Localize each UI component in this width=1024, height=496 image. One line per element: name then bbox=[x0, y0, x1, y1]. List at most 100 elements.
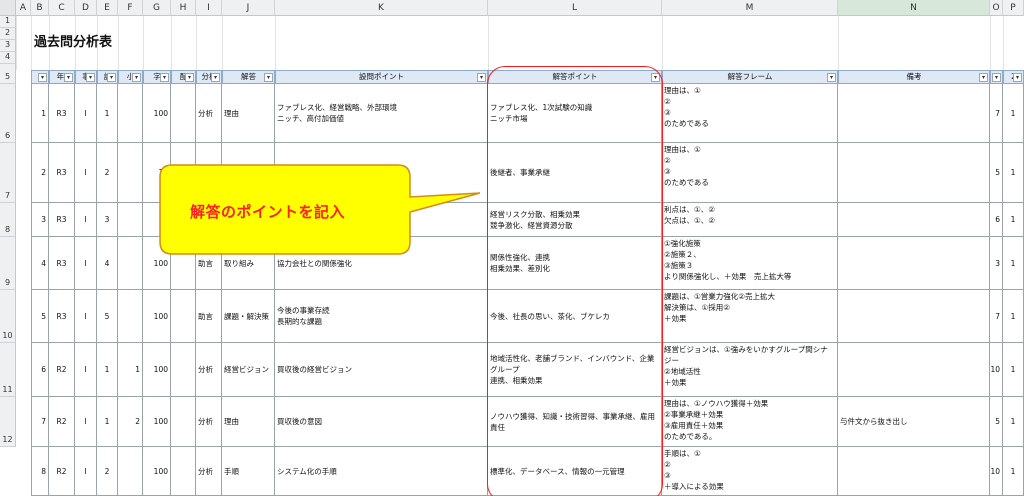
cell-p[interactable]: 1 bbox=[1003, 143, 1024, 203]
cell-point[interactable]: ノウハウ獲得、知識・技術習得、事業承継、雇用責任 bbox=[488, 397, 662, 447]
cell-frame[interactable]: 経営ビジョンは、①強みをいかすグループ間シナジー ②地域活性 ＋効果 bbox=[662, 343, 838, 397]
cell-biko[interactable] bbox=[838, 343, 990, 397]
cell-frame[interactable]: 理由は、①ノウハウ獲得＋効果 ②事業承継＋効果 ③雇用責任＋効果 のためである。 bbox=[662, 397, 838, 447]
cell-biko[interactable] bbox=[838, 237, 990, 290]
cell-haiten[interactable] bbox=[171, 397, 196, 447]
cell-jirei[interactable]: I bbox=[75, 237, 97, 290]
cell-setsumon[interactable]: 買収後の経営ビジョン bbox=[275, 343, 488, 397]
column-header-k[interactable]: K bbox=[275, 0, 488, 16]
cell-sub[interactable]: 1 bbox=[118, 343, 143, 397]
cell-point[interactable]: 後継者、事業承継 bbox=[488, 143, 662, 203]
table-header-9[interactable]: 解答 ▾ bbox=[222, 70, 275, 84]
cell-frame[interactable]: 理由は、① ② ③ のためである bbox=[662, 143, 838, 203]
cell-setsumon[interactable]: ファブレス化、経営戦略、外部環境 ニッチ、高付加価値 bbox=[275, 84, 488, 143]
cell-p[interactable]: 1 bbox=[1003, 84, 1024, 143]
cell-year[interactable]: R3 bbox=[49, 290, 75, 343]
cell-n[interactable]: 7 bbox=[31, 397, 49, 447]
cell-bunseki[interactable]: 助言 bbox=[196, 237, 222, 290]
cell-o[interactable]: 10 bbox=[990, 343, 1003, 397]
filter-dropdown-icon[interactable]: ▾ bbox=[160, 73, 169, 82]
cell-jirei[interactable]: I bbox=[75, 397, 97, 447]
cell-setsumon[interactable]: 協力会社との関係強化 bbox=[275, 237, 488, 290]
cell-n[interactable]: 2 bbox=[31, 143, 49, 203]
cell-jirei[interactable]: I bbox=[75, 203, 97, 237]
cell-o[interactable]: 3 bbox=[990, 237, 1003, 290]
column-header-j[interactable]: J bbox=[222, 0, 275, 16]
cell-biko[interactable]: 与件文から抜き出し bbox=[838, 397, 990, 447]
cell-p[interactable]: 1 bbox=[1003, 203, 1024, 237]
filter-dropdown-icon[interactable]: ▾ bbox=[827, 73, 836, 82]
cell-biko[interactable] bbox=[838, 203, 990, 237]
cell-n[interactable]: 5 bbox=[31, 290, 49, 343]
cell-setsumon[interactable]: 今後の事業存続 長期的な課題 bbox=[275, 290, 488, 343]
cell-sub[interactable] bbox=[118, 84, 143, 143]
row-header-9[interactable]: 9 bbox=[0, 237, 16, 290]
filter-dropdown-icon[interactable]: ▾ bbox=[979, 73, 988, 82]
cell-frame[interactable]: ①強化施策 ②施策２、 ③施策３ より関係強化し、＋効果 売上拡大等 bbox=[662, 237, 838, 290]
column-header-g[interactable]: G bbox=[143, 0, 171, 16]
cell-sub[interactable] bbox=[118, 237, 143, 290]
cell-n[interactable]: 3 bbox=[31, 203, 49, 237]
table-header-10[interactable]: 設問ポイント ▾ bbox=[275, 70, 488, 84]
table-header-15[interactable]: 2▾ bbox=[1003, 70, 1024, 84]
column-header-m[interactable]: M bbox=[662, 0, 838, 16]
cell-point[interactable]: 関係性強化、連携 相乗効果、差別化 bbox=[488, 237, 662, 290]
cell-year[interactable]: R2 bbox=[49, 397, 75, 447]
column-header-h[interactable]: H bbox=[171, 0, 196, 16]
cell-q[interactable]: 1 bbox=[97, 84, 118, 143]
column-header-b[interactable]: B bbox=[31, 0, 49, 16]
table-header-6[interactable]: 字 ▾ bbox=[143, 70, 171, 84]
cell-jirei[interactable]: I bbox=[75, 84, 97, 143]
column-header-e[interactable]: E bbox=[97, 0, 118, 16]
cell-p[interactable]: 1 bbox=[1003, 343, 1024, 397]
cell-setsumon[interactable]: 買収後の意図 bbox=[275, 397, 488, 447]
row-header-11[interactable]: 11 bbox=[0, 343, 16, 397]
cell-haiten[interactable] bbox=[171, 290, 196, 343]
cell-jirei[interactable]: I bbox=[75, 447, 97, 496]
cell-chars[interactable]: 10 bbox=[143, 143, 171, 203]
cell-point[interactable]: 地域活性化、老舗ブランド、インバウンド、企業グループ 連携、相乗効果 bbox=[488, 343, 662, 397]
cell-n[interactable]: 6 bbox=[31, 343, 49, 397]
cell-kaito[interactable]: 経営ビジョン bbox=[222, 343, 275, 397]
cell-haiten[interactable] bbox=[171, 84, 196, 143]
table-header-8[interactable]: 分析 ▾ bbox=[196, 70, 222, 84]
row-header-10[interactable]: 10 bbox=[0, 290, 16, 343]
column-header-i[interactable]: I bbox=[196, 0, 222, 16]
cell-year[interactable]: R2 bbox=[49, 343, 75, 397]
table-header-3[interactable]: 事▾ bbox=[75, 70, 97, 84]
filter-dropdown-icon[interactable]: ▾ bbox=[1013, 73, 1022, 82]
cell-n[interactable]: 4 bbox=[31, 237, 49, 290]
cell-year[interactable]: R3 bbox=[49, 143, 75, 203]
cell-sub[interactable] bbox=[118, 143, 143, 203]
cell-kaito[interactable] bbox=[222, 143, 275, 203]
cell-o[interactable]: 7 bbox=[990, 290, 1003, 343]
cell-q[interactable]: 1 bbox=[97, 343, 118, 397]
row-header-6[interactable]: 6 bbox=[0, 84, 16, 143]
cell-frame[interactable]: 課題は、①営業力強化②売上拡大 解決策は、①採用② ＋効果 bbox=[662, 290, 838, 343]
column-header-p[interactable]: P bbox=[1003, 0, 1024, 16]
cell-year[interactable]: R3 bbox=[49, 237, 75, 290]
cell-q[interactable]: 2 bbox=[97, 143, 118, 203]
cell-biko[interactable] bbox=[838, 290, 990, 343]
cell-bunseki[interactable]: 分析 bbox=[196, 84, 222, 143]
cell-year[interactable]: R2 bbox=[49, 447, 75, 496]
cell-p[interactable]: 1 bbox=[1003, 237, 1024, 290]
cell-o[interactable]: 10 bbox=[990, 447, 1003, 496]
cell-chars[interactable]: 1 bbox=[143, 203, 171, 237]
cell-q[interactable]: 1 bbox=[97, 397, 118, 447]
column-header-c[interactable]: C bbox=[49, 0, 75, 16]
cell-haiten[interactable] bbox=[171, 447, 196, 496]
column-header-n[interactable]: N bbox=[838, 0, 990, 16]
table-header-7[interactable]: 配 ▾ bbox=[171, 70, 196, 84]
table-header-5[interactable]: 小 ▾ bbox=[118, 70, 143, 84]
cell-frame[interactable]: 理由は、① ② ③ のためである bbox=[662, 84, 838, 143]
column-header-d[interactable]: D bbox=[75, 0, 97, 16]
select-all-corner[interactable] bbox=[0, 0, 16, 16]
cell-jirei[interactable]: I bbox=[75, 290, 97, 343]
cell-chars[interactable]: 100 bbox=[143, 290, 171, 343]
cell-o[interactable]: 5 bbox=[990, 143, 1003, 203]
cell-chars[interactable]: 100 bbox=[143, 84, 171, 143]
filter-dropdown-icon[interactable]: ▾ bbox=[185, 73, 194, 82]
row-header-1[interactable]: 1 bbox=[0, 16, 16, 28]
filter-dropdown-icon[interactable]: ▾ bbox=[651, 73, 660, 82]
